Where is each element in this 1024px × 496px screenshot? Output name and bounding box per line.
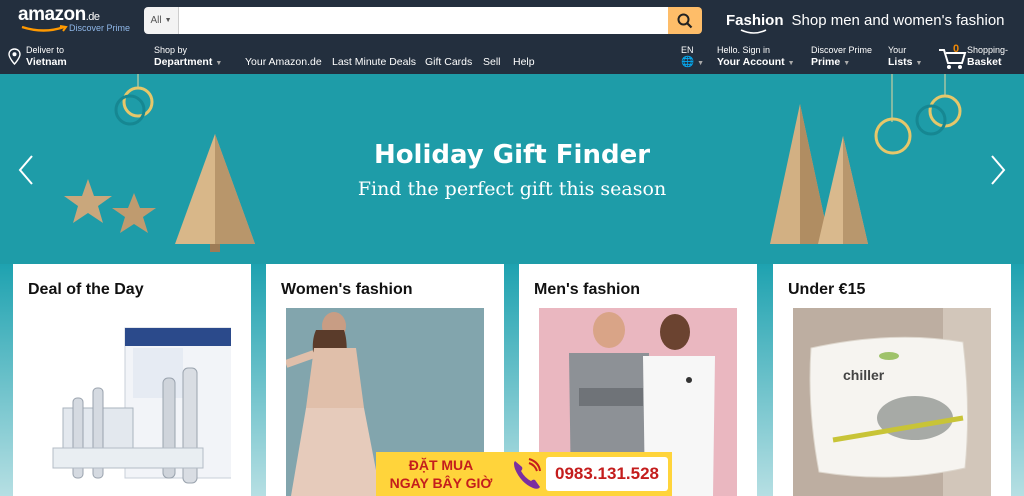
account-greeting: Hello. Sign in [717,45,771,55]
card-title: Men's fashion [534,281,641,298]
smile-icon [740,28,767,34]
account-label: Your Account ▼ [717,56,795,70]
account-menu[interactable]: Hello. Sign in Your Account ▼ [717,45,795,70]
card-title: Women's fashion [281,281,413,298]
chevron-down-icon: ▼ [915,60,923,67]
prime-label: Prime ▼ [811,56,872,70]
pillow-image[interactable]: chiller [793,308,991,496]
basket-label: Basket [967,56,1002,68]
phone-number[interactable]: 0983.131.528 [546,457,668,491]
logo-tld: .de [85,11,100,23]
card-under-15[interactable]: Under €15 chiller [773,264,1011,496]
logo-text: amazon [18,4,86,25]
prime-small-label: Discover Prime [811,45,873,55]
fashion-brand-text: Fashion [726,11,784,29]
chevron-down-icon: ▼ [843,60,851,67]
hero-subtitle: Find the perfect gift this season [357,178,667,200]
globe-icon: 🌐 ▼ [681,56,705,68]
fashion-promo-text: Shop men and women's fashion [791,11,1005,29]
hero-title: Holiday Gift Finder [373,140,651,170]
call-now-banner[interactable]: ĐẶT MUA NGAY BÂY GIỜ 0983.131.528 [376,452,672,496]
chevron-down-icon: ▼ [215,60,223,67]
discover-prime-link[interactable]: Discover Prime [69,23,130,33]
shopping-basket[interactable]: 0 Shopping- Basket [938,43,1008,69]
lists-label: Lists ▼ [888,56,922,70]
nav-link-your-amazon[interactable]: Your Amazon.de [245,56,322,68]
chevron-down-icon: ▼ [164,17,172,24]
amazon-logo[interactable]: amazon.de Discover Prime [18,4,138,36]
search-bar: All ▼ [144,7,702,34]
search-button[interactable] [668,7,702,34]
lists-small-label: Your [888,45,907,55]
card-title: Under €15 [788,281,866,298]
lists-menu[interactable]: Your Lists ▼ [888,45,922,70]
language-code: EN [681,45,694,55]
department-small-label: Shop by [154,45,188,55]
smile-icon [21,25,68,32]
lists-text: Lists [888,56,913,68]
department-label: Department ▼ [154,56,222,70]
search-category-label: All [150,15,162,26]
nav-bar: Deliver to Vietnam Shop by Department ▼ Y… [0,40,1024,74]
prime-menu[interactable]: Discover Prime Prime ▼ [811,45,872,70]
search-category-select[interactable]: All ▼ [144,7,179,34]
top-bar: amazon.de Discover Prime All ▼ Fashion S… [0,0,1024,40]
chevron-down-icon: ▼ [697,60,705,67]
department-text: Department [154,56,213,68]
deliver-to-country: Vietnam [26,56,67,68]
fashion-promo[interactable]: Fashion Shop men and women's fashion [726,6,1005,34]
language-selector[interactable]: EN 🌐 ▼ [681,45,704,70]
fashion-brand: Fashion [726,11,784,34]
nav-link-last-minute-deals[interactable]: Last Minute Deals [332,56,416,68]
chevron-down-icon: ▼ [787,60,795,67]
hero-banner[interactable]: Holiday Gift Finder Find the perfect gif… [0,74,1024,264]
search-icon [677,13,693,28]
card-deal-of-the-day[interactable]: Deal of the Day [13,264,251,496]
nav-link-help[interactable]: Help [513,56,535,68]
basket-small-label: Shopping- [967,45,1009,55]
svg-text:chiller: chiller [843,367,885,383]
location-pin-icon [8,48,21,65]
shop-by-department[interactable]: Shop by Department ▼ [154,45,222,70]
account-text: Your Account [717,56,785,68]
card-title: Deal of the Day [28,281,144,298]
basket-count: 0 [953,43,960,55]
call-now-text: ĐẶT MUA NGAY BÂY GIỜ [376,452,506,496]
call-now-line1: ĐẶT MUA [408,457,474,473]
prime-text: Prime [811,56,841,68]
toothbrush-product-image[interactable] [33,308,231,496]
nav-link-gift-cards[interactable]: Gift Cards [425,56,472,68]
deliver-to-label: Deliver to [26,45,65,55]
nav-link-sell[interactable]: Sell [483,56,501,68]
call-now-line2: NGAY BÂY GIỜ [389,475,493,491]
deliver-to-location[interactable]: Deliver to Vietnam [8,45,67,69]
phone-icon [506,452,546,496]
search-input[interactable] [179,7,668,34]
